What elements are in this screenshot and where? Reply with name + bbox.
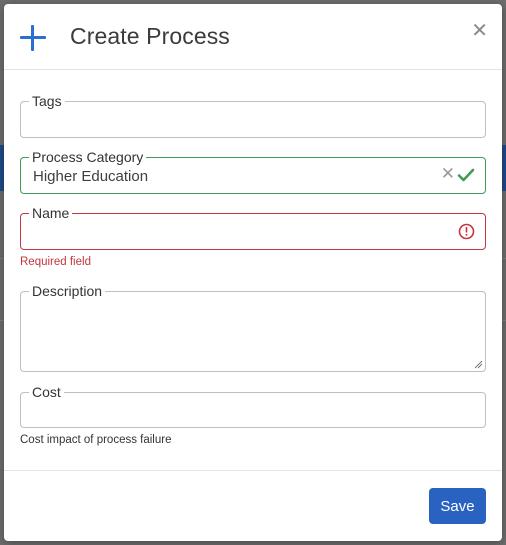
dialog-footer: Save: [4, 470, 502, 541]
clear-icon[interactable]: ✕: [441, 165, 455, 182]
alert-circle-icon: [458, 223, 475, 240]
create-process-dialog: Create Process ✕ Tags Process Category H…: [4, 4, 502, 541]
name-label: Name: [29, 205, 73, 221]
plus-icon: [20, 25, 46, 51]
name-field[interactable]: Name: [20, 205, 486, 250]
process-category-field[interactable]: Process Category Higher Education ✕: [20, 149, 486, 194]
resize-grip-icon[interactable]: [473, 359, 483, 369]
name-error-text: Required field: [20, 256, 91, 268]
close-icon[interactable]: ✕: [471, 21, 488, 41]
process-category-value: Higher Education: [33, 168, 149, 185]
save-button[interactable]: Save: [429, 488, 486, 524]
tags-field[interactable]: Tags: [20, 93, 486, 138]
process-category-label: Process Category: [29, 149, 147, 165]
checkmark-icon: [457, 168, 475, 182]
dialog-header: Create Process ✕: [4, 4, 502, 70]
cost-field[interactable]: Cost: [20, 384, 486, 428]
description-label: Description: [29, 283, 106, 299]
cost-label: Cost: [29, 384, 64, 400]
description-field[interactable]: Description: [20, 283, 486, 372]
tags-label: Tags: [29, 93, 65, 109]
cost-helper-text: Cost impact of process failure: [20, 434, 172, 446]
dialog-title: Create Process: [70, 23, 230, 49]
